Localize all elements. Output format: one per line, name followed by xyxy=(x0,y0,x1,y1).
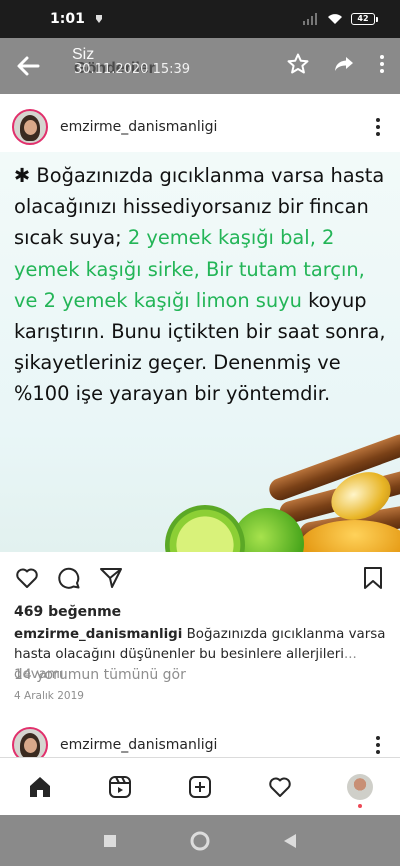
home-icon xyxy=(30,776,50,797)
post-actions xyxy=(0,560,400,596)
like-heart-icon[interactable] xyxy=(14,565,40,591)
notification-dot xyxy=(358,803,362,808)
title-area: Siz Gönderiler 30.11.2020 15:39 xyxy=(72,46,190,77)
view-comments-link[interactable]: 14 yorumun tümünü gör xyxy=(14,667,186,683)
profile-avatar xyxy=(347,773,373,800)
lime-slice-illustration xyxy=(165,505,245,552)
next-post-username[interactable]: emzirme_danismanligi xyxy=(60,737,217,753)
battery-level: 42 xyxy=(351,13,375,25)
top-app-bar: Siz Gönderiler 30.11.2020 15:39 xyxy=(0,38,400,94)
app-notification-icon xyxy=(95,15,102,23)
status-bar: 1:01 42 xyxy=(0,0,400,38)
post-date: 4 Aralık 2019 xyxy=(14,690,84,702)
post-username[interactable]: emzirme_danismanligi xyxy=(60,119,217,135)
home-button[interactable] xyxy=(189,830,211,852)
new-post-icon xyxy=(189,775,211,798)
home-circle-icon xyxy=(190,831,210,850)
back-triangle-icon xyxy=(284,833,296,848)
wifi-icon xyxy=(328,14,342,24)
post-image[interactable]: ✱ Boğazınızda gıcıklanma varsa hasta ola… xyxy=(0,152,400,552)
activity-heart-icon xyxy=(269,777,291,797)
nav-profile[interactable] xyxy=(347,773,373,808)
battery-icon: 42 xyxy=(351,13,378,25)
comment-icon[interactable] xyxy=(56,565,82,591)
recents-button[interactable] xyxy=(99,830,121,852)
post-image-text: ✱ Boğazınızda gıcıklanma varsa hasta ola… xyxy=(14,160,392,410)
back-arrow-icon[interactable] xyxy=(14,52,42,80)
nav-home[interactable] xyxy=(27,774,53,800)
nav-activity[interactable] xyxy=(267,774,293,800)
signal-icon xyxy=(303,13,317,25)
more-options-icon[interactable] xyxy=(368,115,388,139)
back-button[interactable] xyxy=(279,830,301,852)
star-icon[interactable] xyxy=(286,52,310,76)
page-date: 30.11.2020 15:39 xyxy=(74,62,191,77)
asterisk-glyph: ✱ xyxy=(14,164,31,187)
nav-reels[interactable] xyxy=(107,774,133,800)
reels-icon xyxy=(109,775,131,798)
post-header: emzirme_danismanligi xyxy=(0,104,400,150)
system-nav-bar xyxy=(0,815,400,866)
save-bookmark-icon[interactable] xyxy=(360,565,386,591)
nav-new-post[interactable] xyxy=(187,774,213,800)
status-icons: 42 xyxy=(303,13,378,25)
status-time: 1:01 xyxy=(50,11,85,27)
bottom-nav xyxy=(0,757,400,815)
likes-count[interactable]: 469 beğenme xyxy=(14,604,121,620)
screen: 1:01 42 Siz Gönderiler 30.11.2020 15:39 … xyxy=(0,0,400,866)
share-direct-icon[interactable] xyxy=(98,565,124,591)
more-options-icon[interactable] xyxy=(368,733,388,757)
more-vert-icon[interactable] xyxy=(378,52,386,76)
share-icon[interactable] xyxy=(332,52,356,76)
avatar[interactable] xyxy=(12,109,48,145)
app-bar-actions xyxy=(286,52,386,76)
recents-square-icon xyxy=(104,834,116,847)
caption-username[interactable]: emzirme_danismanligi xyxy=(14,627,182,642)
